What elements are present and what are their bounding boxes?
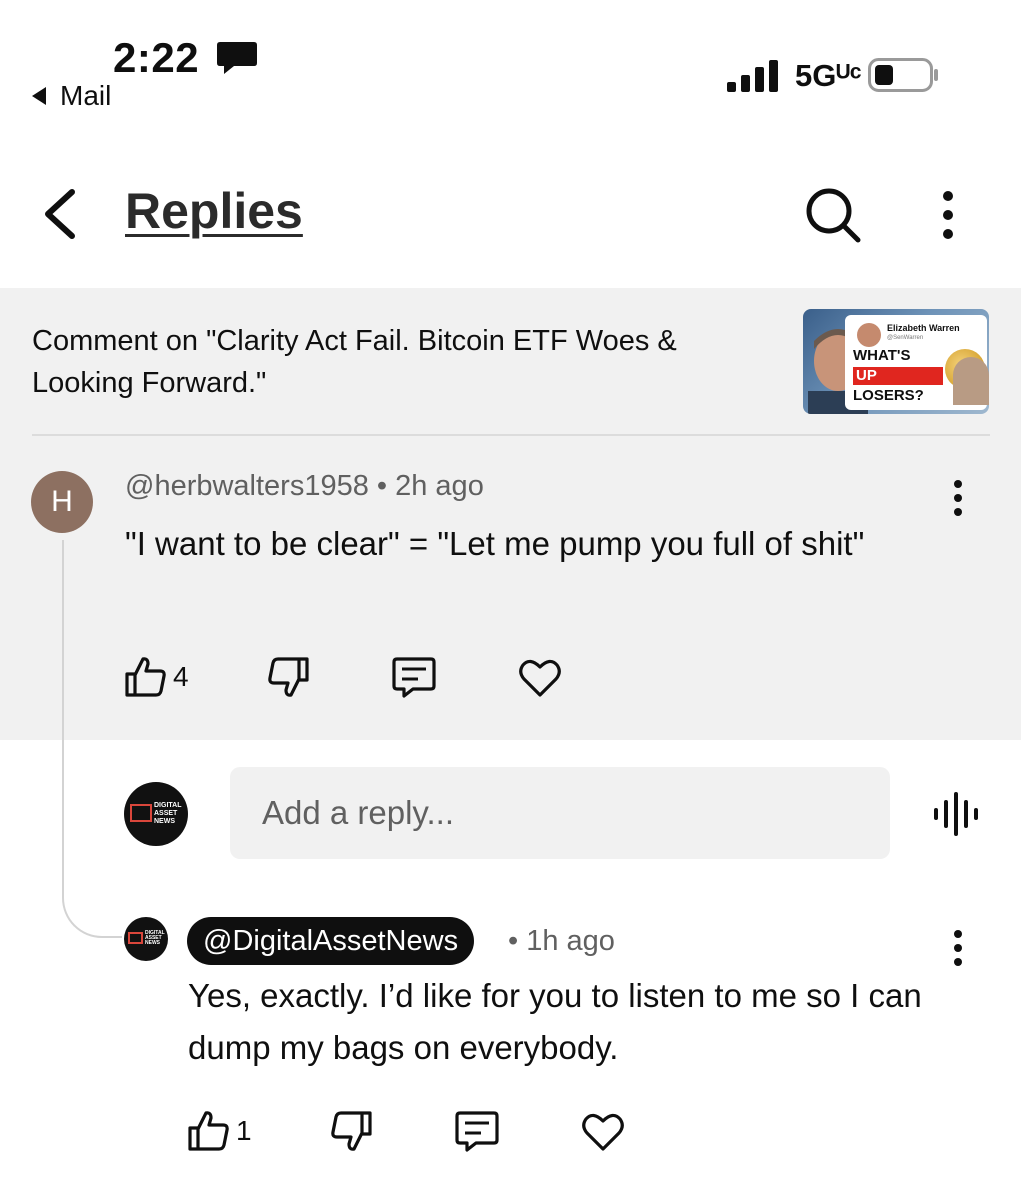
reply-dislike-button[interactable]: [328, 1108, 374, 1154]
own-channel-avatar: DIGITAL ASSET NEWS: [124, 782, 188, 846]
avatar-logo-text: DIGITAL ASSET NEWS: [154, 802, 182, 825]
thumbs-up-icon: [188, 1111, 229, 1151]
reply-author-avatar[interactable]: DIGITAL ASSET NEWS: [124, 917, 168, 961]
comment-more-icon[interactable]: [944, 478, 972, 518]
search-icon[interactable]: [804, 186, 862, 244]
video-context-text[interactable]: Comment on "Clarity Act Fail. Bitcoin ET…: [32, 320, 772, 404]
reply-like-count: 1: [236, 1115, 252, 1146]
thread-line: [62, 540, 64, 870]
thumbs-down-icon: [267, 657, 309, 697]
battery-icon: [868, 58, 938, 92]
thumbnail-text-line2: UP: [853, 367, 943, 385]
reply-author-pill[interactable]: @DigitalAssetNews: [187, 917, 475, 965]
thumbs-up-icon: [125, 657, 166, 697]
comment-text: "I want to be clear" = "Let me pump you …: [125, 525, 865, 562]
comment-icon: [454, 1111, 499, 1152]
comment-icon: [391, 657, 436, 698]
reply-reply-button[interactable]: [454, 1108, 500, 1154]
reply-more-icon[interactable]: [944, 928, 972, 968]
thumbnail-tweet-handle: @SenWarren: [887, 335, 924, 341]
video-thumbnail[interactable]: Elizabeth Warren @SenWarren WHAT'S UP LO…: [803, 309, 989, 414]
highlighted-comment-section: Comment on "Clarity Act Fail. Bitcoin ET…: [0, 288, 1021, 740]
comment-meta: @herbwalters1958 • 2h ago: [125, 470, 484, 502]
network-label: 5Gᵁᶜ: [795, 58, 862, 93]
thumbnail-text-line1: WHAT'S: [853, 347, 911, 364]
heart-icon: [518, 659, 561, 697]
reply-time: • 1h ago: [508, 925, 615, 957]
reply-input[interactable]: [230, 767, 890, 859]
divider: [32, 434, 990, 436]
thumbnail-second-person: [953, 357, 989, 405]
reply-button[interactable]: [391, 654, 437, 700]
thumbnail-text-line3: LOSERS?: [853, 387, 924, 404]
more-vert-icon[interactable]: [930, 186, 966, 244]
dislike-button[interactable]: [265, 654, 311, 700]
page-title: Replies: [125, 183, 303, 239]
thumbs-down-icon: [330, 1111, 372, 1151]
thumbnail-tweet-avatar: [857, 323, 881, 347]
heart-icon: [581, 1113, 624, 1151]
app-header: Replies: [0, 150, 1021, 285]
chat-bubble-icon: [217, 42, 257, 74]
reply-heart-button[interactable]: [580, 1108, 626, 1154]
status-bar: 2:22 Mail 5Gᵁᶜ: [0, 0, 1021, 130]
heart-button[interactable]: [517, 654, 563, 700]
thumbnail-tweet-name: Elizabeth Warren: [887, 323, 960, 333]
digital-asset-news-logo-icon: [130, 804, 152, 822]
mic-icon[interactable]: [930, 790, 980, 838]
like-button[interactable]: 4: [123, 654, 189, 700]
comment-actions: 4: [123, 654, 563, 700]
reply-actions: 1: [186, 1108, 626, 1154]
back-to-mail[interactable]: Mail: [32, 80, 111, 112]
like-count: 4: [173, 661, 189, 692]
reply-avatar-logo-text: DIGITAL ASSET NEWS: [145, 930, 165, 946]
back-triangle-icon: [32, 87, 46, 105]
back-arrow-icon[interactable]: [38, 188, 82, 240]
back-app-label: Mail: [60, 80, 112, 111]
digital-asset-news-logo-small-icon: [128, 932, 143, 944]
reply-like-button[interactable]: 1: [186, 1108, 252, 1154]
commenter-avatar[interactable]: H: [31, 471, 93, 533]
thread-connector: [62, 868, 122, 938]
status-time: 2:22: [113, 34, 200, 81]
reply-text: Yes, exactly. I’d like for you to listen…: [188, 977, 922, 1066]
signal-icon: [727, 60, 778, 92]
